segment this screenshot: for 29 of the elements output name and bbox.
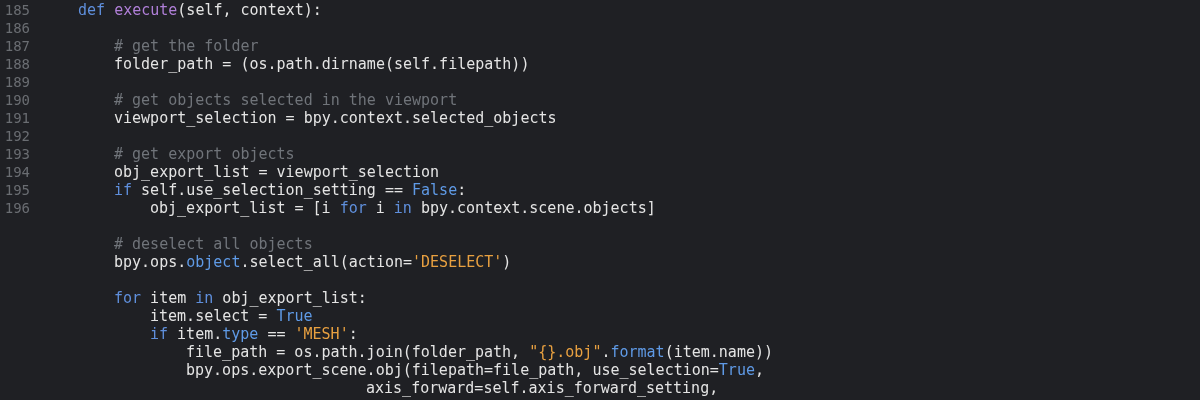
code-line: folder_path = (os.path.dirname(self.filepath)) xyxy=(114,55,530,73)
code-line: # get export objects xyxy=(114,145,295,163)
code-line: for item in obj_export_list: xyxy=(114,289,367,307)
code-line: bpy.ops.object.select_all(action='DESELECT') xyxy=(114,253,512,271)
code-line: obj_export_list = [i for i in bpy.context.scene.objects] xyxy=(150,199,656,217)
line-number: 185 xyxy=(3,2,30,18)
line-number: 194 xyxy=(3,164,30,180)
code-line: axis_forward=self.axis_forward_setting, xyxy=(366,379,719,397)
line-number: 190 xyxy=(3,92,30,108)
line-number: 187 xyxy=(3,38,30,54)
code-line: item.select = True xyxy=(150,307,313,325)
code-line: # get objects selected in the viewport xyxy=(114,91,458,109)
code-line: # deselect all objects xyxy=(114,235,313,253)
code-line: # get the folder xyxy=(114,37,259,55)
line-number: 195 xyxy=(3,182,30,198)
line-number: 193 xyxy=(3,146,30,162)
code-line: obj_export_list = viewport_selection xyxy=(114,163,440,181)
code-line: def execute(self, context): xyxy=(78,1,322,19)
code-line: if item.type == 'MESH': xyxy=(150,325,358,343)
line-number: 186 xyxy=(3,20,30,36)
code-line: file_path = os.path.join(folder_path, "{}.obj".format(item.name)) xyxy=(186,343,773,361)
code-line: bpy.ops.export_scene.obj(filepath=file_path, use_selection=True, xyxy=(186,361,764,379)
code-line: viewport_selection = bpy.context.selected_objects xyxy=(114,109,557,127)
line-number: 192 xyxy=(3,128,30,144)
line-number: 189 xyxy=(3,74,30,90)
line-number: 191 xyxy=(3,110,30,126)
code-line: if self.use_selection_setting == False: xyxy=(114,181,467,199)
line-number: 188 xyxy=(3,56,30,72)
line-number: 196 xyxy=(3,200,30,216)
